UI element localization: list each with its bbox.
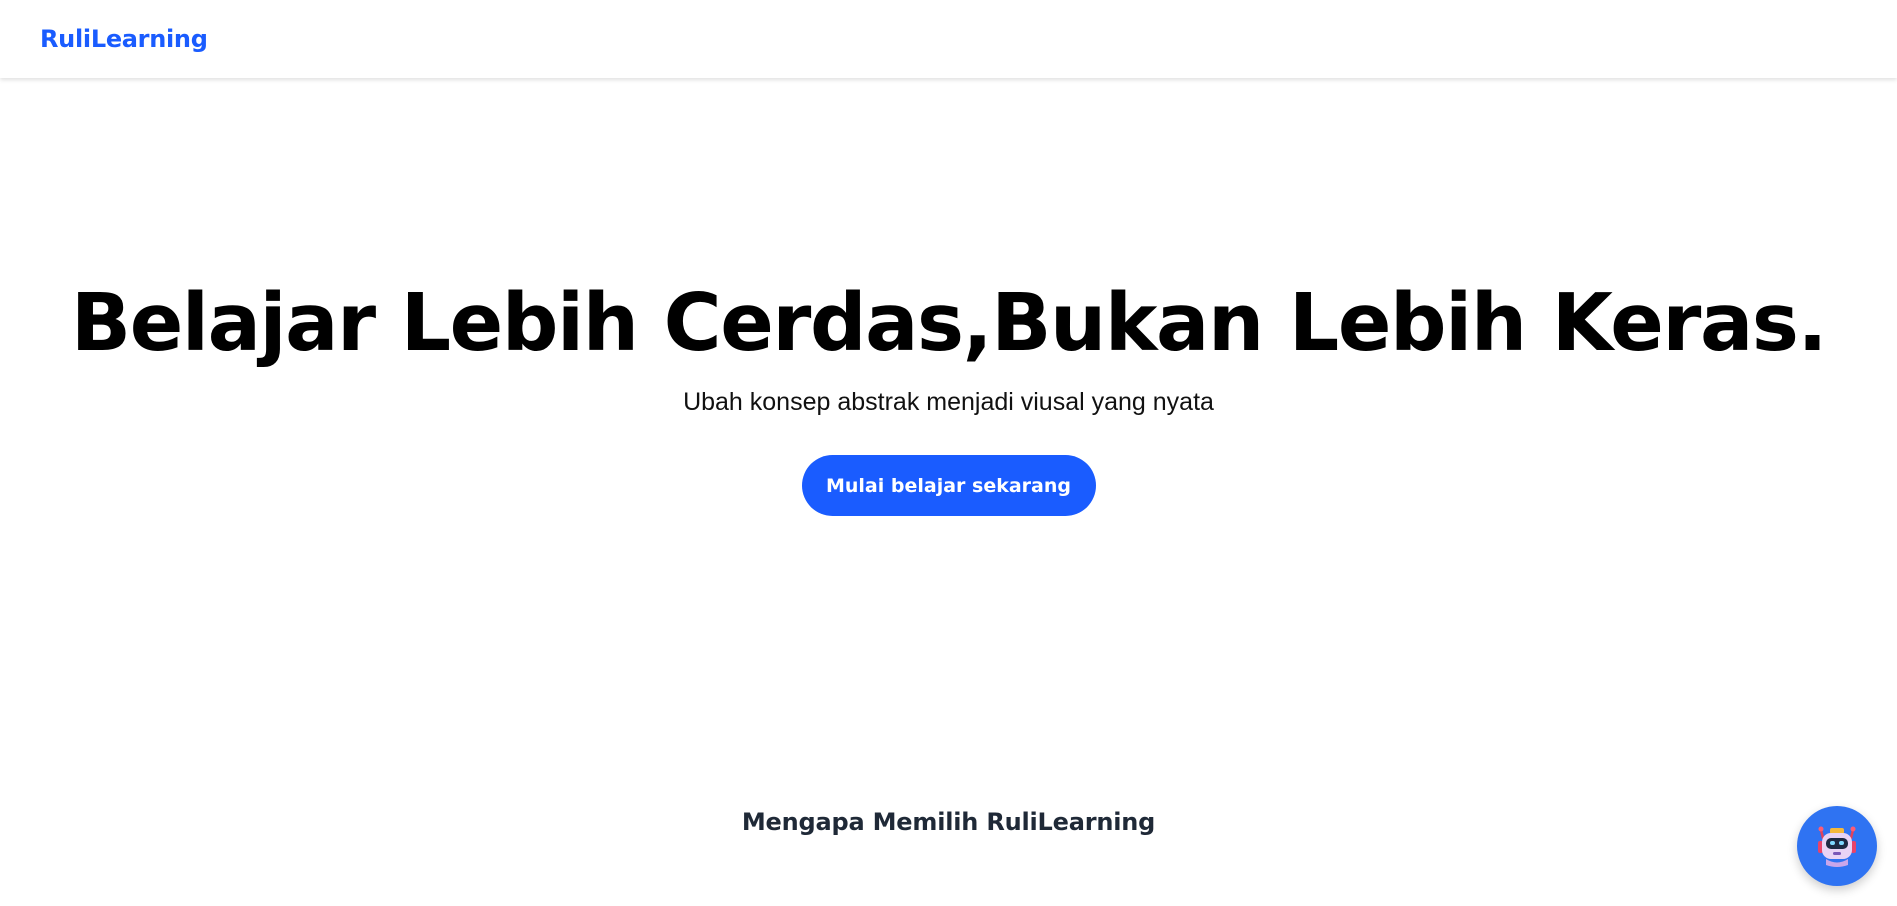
start-learning-button[interactable]: Mulai belajar sekarang xyxy=(801,455,1096,516)
hero-title: Belajar Lebih Cerdas,Bukan Lebih Keras. xyxy=(70,277,1828,369)
chatbot-button[interactable] xyxy=(1797,806,1877,886)
hero-subtitle: Ubah konsep abstrak menjadi viusal yang … xyxy=(683,388,1214,416)
robot-icon xyxy=(1818,826,1856,867)
hero-section: Belajar Lebih Cerdas,Bukan Lebih Keras. … xyxy=(0,78,1897,638)
brand-logo-link[interactable]: RuliLearning xyxy=(40,25,208,53)
why-heading: Mengapa Memilih RuliLearning xyxy=(741,808,1156,836)
navbar: RuliLearning xyxy=(0,0,1897,78)
why-section: Mengapa Memilih RuliLearning xyxy=(0,808,1897,836)
